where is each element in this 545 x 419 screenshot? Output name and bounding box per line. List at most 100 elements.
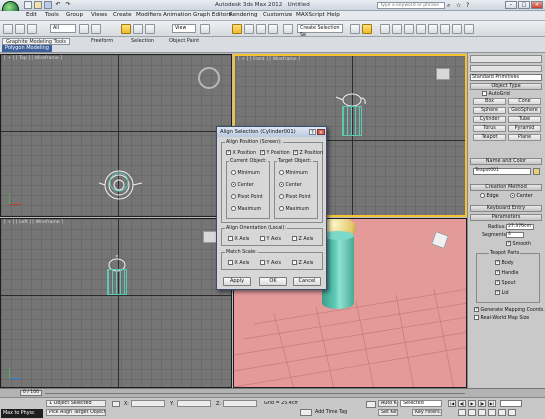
help-icon[interactable]: ? bbox=[466, 2, 473, 9]
menu-graph-editors[interactable]: Graph Editors bbox=[193, 12, 231, 18]
current-minimum-radio[interactable] bbox=[231, 170, 236, 175]
key-filters-button[interactable]: Key Filters... bbox=[412, 409, 442, 416]
target-maximum-option[interactable]: Maximum bbox=[279, 206, 309, 212]
viewcube-front-icon[interactable] bbox=[436, 68, 450, 80]
schematic-view-icon[interactable] bbox=[416, 24, 426, 34]
prev-frame-icon[interactable]: ◀| bbox=[458, 400, 466, 407]
save-file-icon[interactable] bbox=[44, 1, 52, 9]
orient-z-checkbox[interactable] bbox=[292, 236, 297, 241]
rollout-keyboard-entry[interactable]: Keyboard Entry bbox=[470, 205, 542, 212]
spinner-snap-icon[interactable] bbox=[268, 24, 278, 34]
current-pivot-radio[interactable] bbox=[231, 194, 236, 199]
menu-create[interactable]: Create bbox=[113, 12, 132, 18]
orient-x-checkbox[interactable] bbox=[228, 236, 233, 241]
polygon-modeling-panel[interactable]: Polygon Modeling bbox=[2, 45, 52, 52]
autogrid-checkbox[interactable] bbox=[482, 91, 487, 96]
tab-freeform[interactable]: Freeform bbox=[88, 38, 116, 45]
layer-manager-icon[interactable] bbox=[380, 24, 390, 34]
goto-end-icon[interactable]: ▶| bbox=[488, 400, 496, 407]
unlink-icon[interactable] bbox=[27, 24, 37, 34]
search-input[interactable]: Type a keyword or phrase bbox=[377, 2, 445, 9]
z-position-checkbox[interactable]: ✓ bbox=[293, 150, 298, 155]
handle-checkbox[interactable]: ✓ bbox=[495, 270, 500, 275]
play-icon[interactable]: ▶ bbox=[468, 400, 476, 407]
select-object-icon[interactable] bbox=[79, 24, 89, 34]
lock-selection-icon[interactable] bbox=[112, 401, 120, 407]
target-pivot-option[interactable]: Pivot Point bbox=[279, 194, 311, 200]
x-coord-field[interactable] bbox=[131, 400, 165, 407]
close-button[interactable]: × bbox=[531, 1, 543, 9]
center-option[interactable]: Center bbox=[510, 193, 533, 199]
viewport-label-top[interactable]: [ + ] [ Top ] [ Wireframe ] bbox=[4, 56, 62, 61]
auto-key-button[interactable]: Auto Key bbox=[378, 400, 398, 407]
tab-graphite-modeling-tools[interactable]: Graphite Modeling Tools bbox=[2, 38, 71, 45]
object-name-field[interactable]: Teapot001 bbox=[473, 168, 531, 175]
named-selection-dropdown[interactable]: Create Selection Se bbox=[297, 24, 343, 38]
current-maximum-radio[interactable] bbox=[231, 206, 236, 211]
current-center-radio[interactable] bbox=[231, 182, 236, 187]
handle-option[interactable]: ✓ Handle bbox=[495, 270, 518, 276]
object-color-swatch[interactable] bbox=[533, 168, 540, 175]
dialog-close-button[interactable]: × bbox=[317, 129, 325, 136]
select-by-name-icon[interactable] bbox=[91, 24, 101, 34]
dialog-help-button[interactable]: ? bbox=[309, 129, 316, 136]
rollout-parameters[interactable]: Parameters bbox=[470, 214, 542, 221]
ok-button[interactable]: OK bbox=[259, 277, 287, 286]
edit-named-selection-icon[interactable] bbox=[283, 24, 293, 34]
add-time-tag[interactable]: Add Time Tag bbox=[315, 410, 347, 415]
time-slider[interactable]: 0 / 100 bbox=[0, 388, 545, 397]
center-radio[interactable] bbox=[510, 193, 515, 198]
material-editor-icon[interactable] bbox=[428, 24, 438, 34]
y-position-checkbox[interactable]: ✓ bbox=[260, 150, 265, 155]
maximize-viewport-icon[interactable] bbox=[508, 409, 516, 416]
snaps-toggle-icon[interactable] bbox=[232, 24, 242, 34]
rollout-object-type[interactable]: Object Type bbox=[470, 83, 542, 90]
current-minimum-option[interactable]: Minimum bbox=[231, 170, 260, 176]
generate-mapping-option[interactable]: ✓ Generate Mapping Coords. bbox=[474, 307, 545, 313]
create-category-bar[interactable] bbox=[470, 65, 542, 72]
body-option[interactable]: ✓ Body bbox=[495, 260, 514, 266]
render-production-icon[interactable] bbox=[464, 24, 474, 34]
open-file-icon[interactable] bbox=[34, 1, 42, 9]
menu-views[interactable]: Views bbox=[91, 12, 107, 18]
select-and-link-icon[interactable] bbox=[15, 24, 25, 34]
viewport-top[interactable]: [ + ] [ Top ] [ Wireframe ] bbox=[0, 54, 232, 217]
x-position-option[interactable]: ✓ X Position bbox=[226, 150, 256, 156]
scale-x-option[interactable]: X Axis bbox=[228, 260, 249, 266]
command-panel-tabs[interactable] bbox=[470, 55, 542, 63]
target-minimum-radio[interactable] bbox=[279, 170, 284, 175]
orient-y-option[interactable]: Y Axis bbox=[260, 236, 281, 242]
search-icon[interactable]: ⌕ bbox=[447, 2, 454, 9]
orbit-icon[interactable] bbox=[488, 409, 496, 416]
info-center-icon[interactable]: ☆ bbox=[456, 2, 463, 9]
target-center-option[interactable]: Center bbox=[279, 182, 302, 188]
smooth-option[interactable]: ✓ Smooth bbox=[506, 241, 531, 247]
edge-radio[interactable] bbox=[480, 193, 485, 198]
new-file-icon[interactable] bbox=[24, 1, 32, 9]
box-button[interactable]: Box bbox=[473, 98, 506, 105]
graphite-toggle-icon[interactable] bbox=[392, 24, 402, 34]
next-frame-icon[interactable]: |▶ bbox=[478, 400, 486, 407]
undo-scene-icon[interactable] bbox=[3, 24, 13, 34]
generate-mapping-checkbox[interactable]: ✓ bbox=[474, 307, 479, 312]
mirror-icon[interactable] bbox=[350, 24, 360, 34]
menu-help[interactable]: Help bbox=[327, 12, 340, 18]
menu-group[interactable]: Group bbox=[66, 12, 83, 18]
menu-tools[interactable]: Tools bbox=[45, 12, 59, 18]
menu-modifiers[interactable]: Modifiers bbox=[136, 12, 162, 18]
viewcube-left-icon[interactable] bbox=[203, 231, 217, 243]
curve-editor-icon[interactable] bbox=[404, 24, 414, 34]
z-position-option[interactable]: ✓ Z Position bbox=[293, 150, 323, 156]
scale-z-option[interactable]: Z Axis bbox=[292, 260, 313, 266]
tab-selection[interactable]: Selection bbox=[128, 38, 157, 45]
render-setup-icon[interactable] bbox=[440, 24, 450, 34]
percent-snap-icon[interactable] bbox=[256, 24, 266, 34]
x-position-checkbox[interactable]: ✓ bbox=[226, 150, 231, 155]
pyramid-button[interactable]: Pyramid bbox=[508, 125, 541, 132]
zoom-all-icon[interactable] bbox=[468, 409, 476, 416]
lid-option[interactable]: ✓ Lid bbox=[495, 290, 509, 296]
pan-icon[interactable] bbox=[478, 409, 486, 416]
lid-checkbox[interactable]: ✓ bbox=[495, 290, 500, 295]
teapot-button[interactable]: Teapot bbox=[473, 134, 506, 141]
menu-maxscript[interactable]: MAXScript bbox=[296, 12, 325, 18]
